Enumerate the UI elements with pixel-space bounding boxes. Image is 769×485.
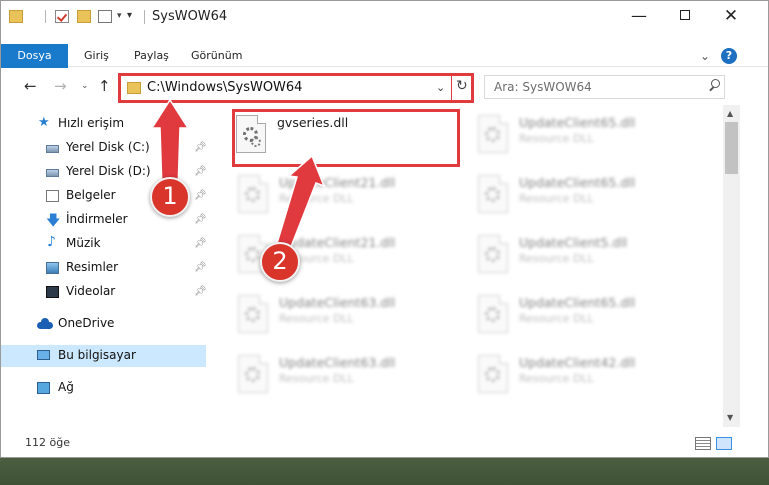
step-badge-1: 1 [150, 177, 190, 217]
callout-arrows [150, 98, 326, 259]
step-badge-2: 2 [260, 242, 300, 282]
